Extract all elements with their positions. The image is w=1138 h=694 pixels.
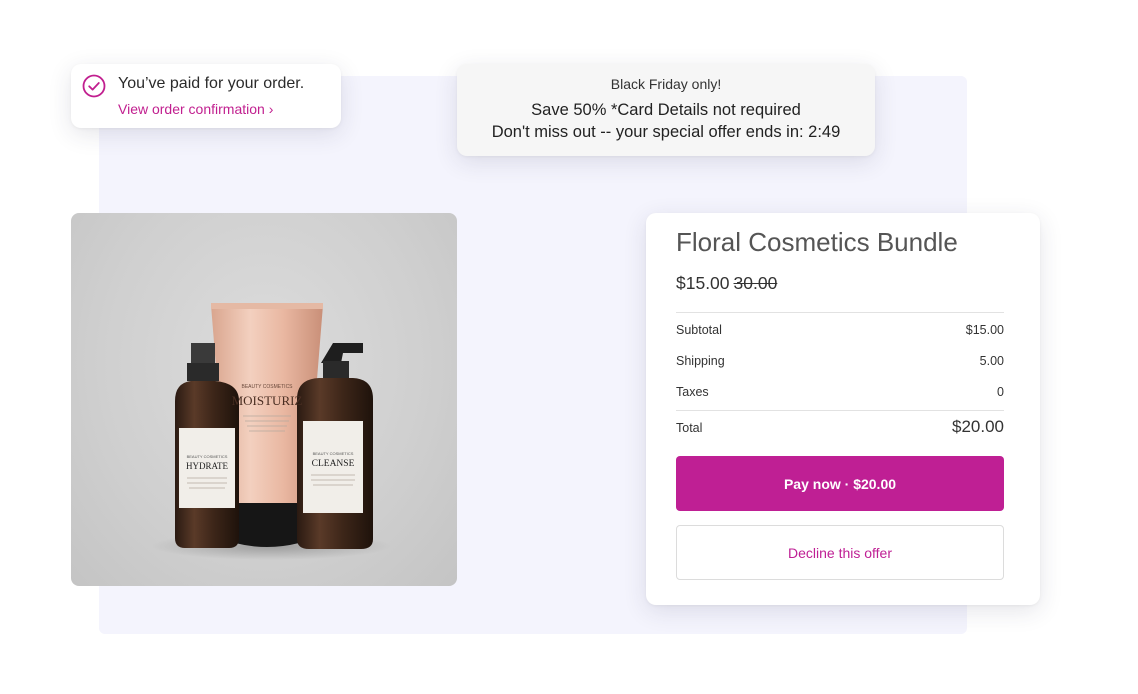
- countdown-timer: 2:49: [808, 123, 841, 141]
- taxes-label: Taxes: [676, 385, 709, 399]
- hydrate-name-label: HYDRATE: [186, 461, 229, 471]
- hydrate-brand-label: BEAUTY COSMETICS: [187, 454, 228, 459]
- promo-countdown-label: Don't miss out -- your special offer end…: [491, 123, 809, 141]
- cleanse-name-label: CLEANSE: [312, 459, 355, 469]
- divider: [676, 312, 1004, 313]
- promo-headline: Black Friday only!: [610, 76, 722, 92]
- shipping-label: Shipping: [676, 354, 725, 368]
- check-circle-icon: [82, 74, 106, 98]
- product-image: BEAUTY COSMETICS MOISTURIZ BEAUTY COSMET…: [71, 213, 457, 586]
- subtotal-label: Subtotal: [676, 323, 722, 337]
- offer-card: Floral Cosmetics Bundle $15.00 30.00 Subt…: [646, 213, 1040, 605]
- total-value: $20.00: [952, 417, 1004, 436]
- tube-brand-label: BEAUTY COSMETICS: [241, 384, 293, 390]
- product-title: Floral Cosmetics Bundle: [676, 227, 958, 257]
- taxes-value: 0: [997, 385, 1004, 399]
- black-friday-banner: Black Friday only! Save 50% *Card Detail…: [457, 64, 875, 156]
- pay-now-button[interactable]: Pay now · $20.00: [676, 456, 1004, 511]
- view-order-confirmation-link[interactable]: View order confirmation ›: [118, 101, 273, 117]
- tube-name-label: MOISTURIZ: [232, 393, 303, 408]
- decline-offer-button[interactable]: Decline this offer: [676, 525, 1004, 580]
- promo-offer-text: Save 50% *Card Details not required: [531, 101, 801, 119]
- total-label: Total: [676, 421, 703, 435]
- original-price: 30.00: [733, 273, 778, 293]
- sale-price: $15.00: [676, 273, 730, 293]
- shipping-value: 5.00: [979, 354, 1004, 368]
- payment-success-message: You’ve paid for your order.: [118, 75, 305, 92]
- payment-success-toast: You’ve paid for your order. View order c…: [71, 64, 341, 128]
- divider: [676, 410, 1004, 411]
- subtotal-value: $15.00: [965, 323, 1004, 337]
- cleanse-brand-label: BEAUTY COSMETICS: [313, 451, 354, 456]
- product-price: $15.00 30.00: [676, 273, 777, 294]
- promo-countdown: Don't miss out -- your special offer end…: [457, 123, 875, 142]
